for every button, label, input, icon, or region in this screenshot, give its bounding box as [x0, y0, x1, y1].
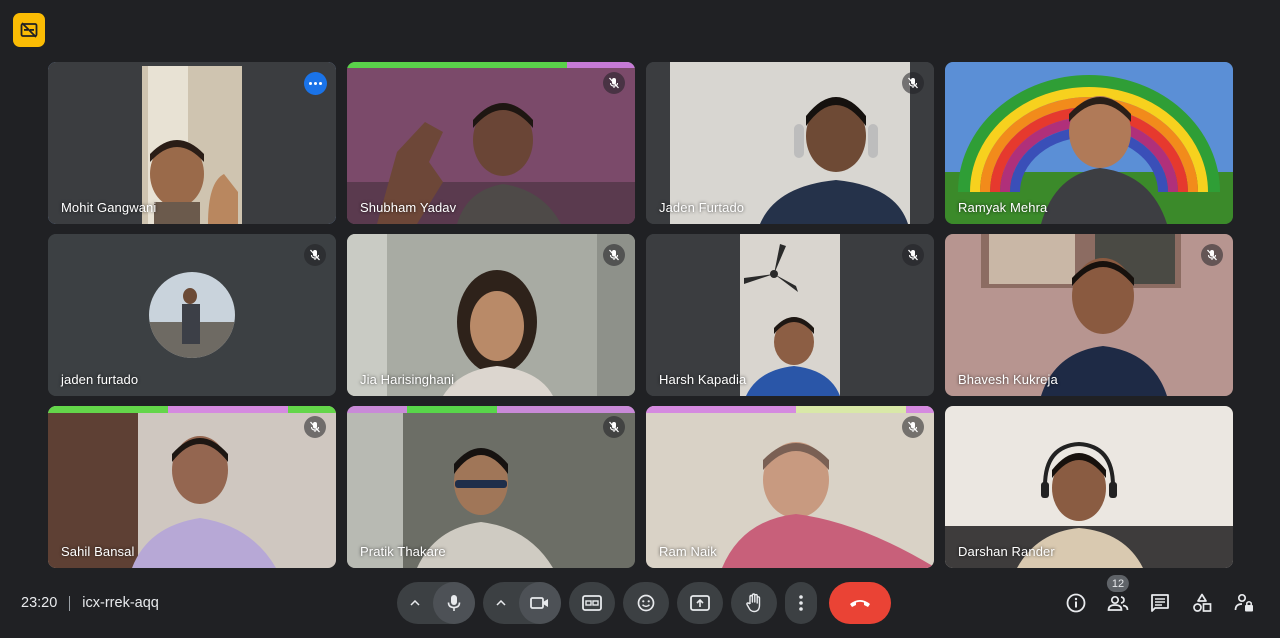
- chevron-up-icon[interactable]: [397, 582, 433, 624]
- meet-window: Mohit Gangwani Shubham Yadav Jaden Furta…: [0, 0, 1280, 638]
- mic-off-icon: [902, 416, 924, 438]
- participant-name: Harsh Kapadia: [659, 372, 747, 387]
- participant-name: Jia Harisinghani: [360, 372, 455, 387]
- bottom-toolbar: 23:20 icx-rrek-aqq 12: [0, 575, 1280, 630]
- mic-off-icon: [902, 72, 924, 94]
- meeting-time: 23:20: [21, 595, 58, 611]
- host-controls-icon[interactable]: [1226, 582, 1262, 624]
- camera-button[interactable]: [519, 582, 561, 624]
- participant-tile[interactable]: Sahil Bansal: [48, 406, 336, 568]
- captions-button[interactable]: [569, 582, 615, 624]
- mic-button[interactable]: [433, 582, 475, 624]
- more-options-button[interactable]: [785, 582, 817, 624]
- leave-call-button[interactable]: [829, 582, 891, 624]
- camera-group: [483, 582, 561, 624]
- participant-tile[interactable]: Harsh Kapadia: [646, 234, 934, 396]
- mic-group: [397, 582, 475, 624]
- participant-name: Darshan Rander: [958, 544, 1055, 559]
- chat-icon[interactable]: [1142, 582, 1178, 624]
- participant-tile[interactable]: Darshan Rander: [945, 406, 1233, 568]
- info-icon[interactable]: [1058, 582, 1094, 624]
- participant-name: jaden furtado: [61, 372, 139, 387]
- participant-tile[interactable]: Bhavesh Kukreja: [945, 234, 1233, 396]
- mic-off-icon: [902, 244, 924, 266]
- participant-tile[interactable]: Mohit Gangwani: [48, 62, 336, 224]
- participant-name: Pratik Thakare: [360, 544, 446, 559]
- raise-hand-button[interactable]: [731, 582, 777, 624]
- participant-name: Bhavesh Kukreja: [958, 372, 1058, 387]
- participant-tile[interactable]: Shubham Yadav: [347, 62, 635, 224]
- participant-name: Ram Naik: [659, 544, 717, 559]
- more-options-icon[interactable]: [304, 72, 327, 95]
- people-count-badge: 12: [1106, 575, 1130, 592]
- chevron-up-icon[interactable]: [483, 582, 519, 624]
- caption-off-icon[interactable]: [13, 13, 45, 47]
- participant-name: Shubham Yadav: [360, 200, 457, 215]
- activities-icon[interactable]: [1184, 582, 1220, 624]
- divider: [69, 595, 71, 611]
- participant-tile[interactable]: Jia Harisinghani: [347, 234, 635, 396]
- mic-off-icon: [304, 416, 326, 438]
- participant-tile[interactable]: Jaden Furtado: [646, 62, 934, 224]
- present-button[interactable]: [677, 582, 723, 624]
- participant-tile[interactable]: jaden furtado: [48, 234, 336, 396]
- people-icon[interactable]: 12: [1100, 575, 1136, 624]
- participant-name: Jaden Furtado: [659, 200, 745, 215]
- side-panel-controls: 12: [1058, 575, 1262, 624]
- mic-off-icon: [603, 244, 625, 266]
- participant-tile[interactable]: Pratik Thakare: [347, 406, 635, 568]
- video-grid: Mohit Gangwani Shubham Yadav Jaden Furta…: [48, 62, 1233, 568]
- participant-name: Mohit Gangwani: [61, 200, 157, 215]
- mic-off-icon: [1201, 244, 1223, 266]
- mic-off-icon: [603, 416, 625, 438]
- mic-off-icon: [304, 244, 326, 266]
- meeting-code[interactable]: icx-rrek-aqq: [82, 595, 159, 611]
- call-controls: [397, 582, 891, 624]
- reactions-button[interactable]: [623, 582, 669, 624]
- participant-tile[interactable]: Ramyak Mehra: [945, 62, 1233, 224]
- participant-tile[interactable]: Ram Naik: [646, 406, 934, 568]
- mic-off-icon: [603, 72, 625, 94]
- participant-name: Sahil Bansal: [61, 544, 135, 559]
- participant-name: Ramyak Mehra: [958, 200, 1048, 215]
- meeting-info: 23:20 icx-rrek-aqq: [21, 595, 159, 611]
